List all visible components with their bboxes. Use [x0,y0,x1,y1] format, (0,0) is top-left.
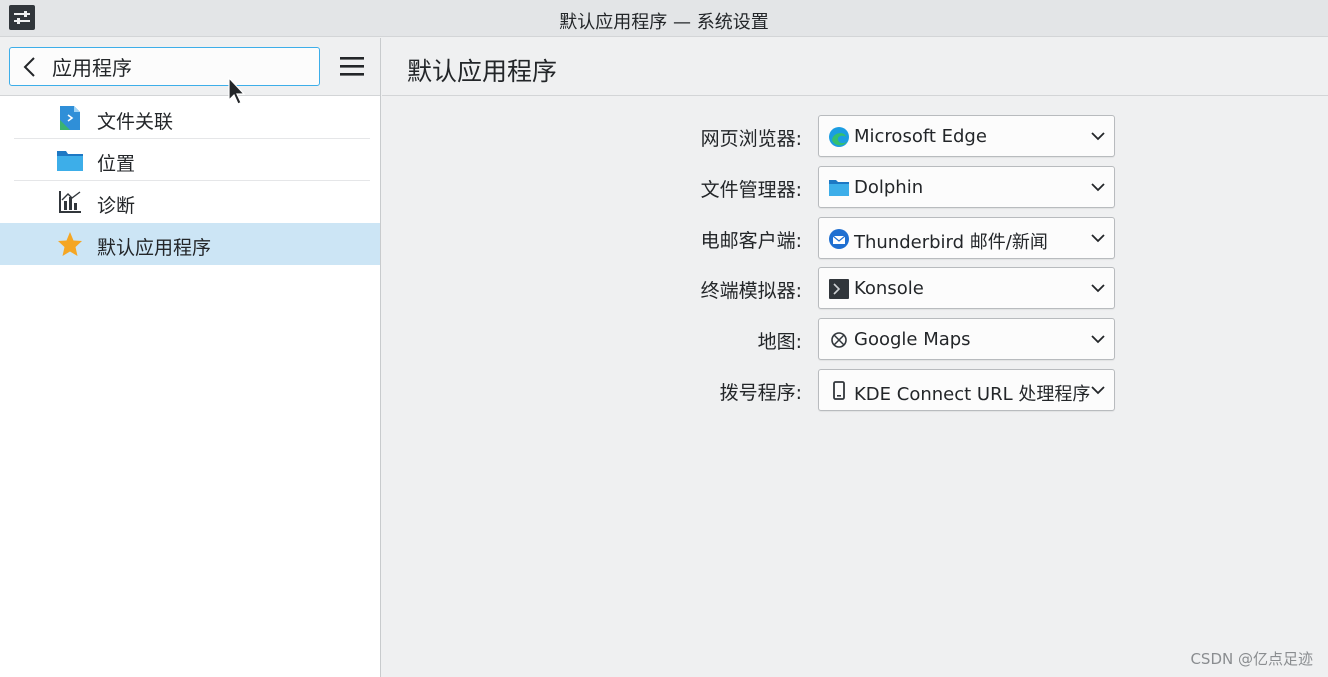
watermark: CSDN @亿点足迹 [1190,650,1313,668]
email-client-select[interactable]: Thunderbird 邮件/新闻 [818,217,1115,259]
form-row-terminal-emulator: 终端模拟器: Konsole [382,267,1328,309]
main-panel: 默认应用程序 网页浏览器: Microsoft Edge 文件管理器: Dolp… [382,38,1328,677]
folder-icon [57,151,83,171]
mouse-pointer-icon [228,76,246,105]
terminal-emulator-label: 终端模拟器: [700,280,802,302]
maps-icon [831,332,847,348]
sidebar-item-label: 默认应用程序 [97,237,212,259]
maps-label: 地图: [757,331,802,353]
folder-icon [829,180,849,196]
chevron-down-icon [1091,132,1105,141]
web-browser-value: Microsoft Edge [854,126,987,147]
form-row-email-client: 电邮客户端: Thunderbird 邮件/新闻 [382,217,1328,259]
chevron-down-icon [1091,234,1105,243]
terminal-emulator-value: Konsole [854,278,924,299]
diagnostics-icon [59,191,81,213]
sidebar-item-file-associations[interactable]: 文件关联 [0,97,380,139]
chevron-down-icon [1091,183,1105,192]
title-bar: 默认应用程序 — 系统设置 [0,0,1328,37]
thunderbird-icon [829,229,849,249]
form-row-web-browser: 网页浏览器: Microsoft Edge [382,115,1328,157]
sidebar: 应用程序 文件关联 位置 诊断 默认应用程序 [0,38,381,677]
sidebar-item-locations[interactable]: 位置 [0,139,380,181]
terminal-emulator-select[interactable]: Konsole [818,267,1115,309]
sidebar-item-label: 位置 [97,153,136,175]
sidebar-header: 应用程序 [0,38,380,96]
maps-select[interactable]: Google Maps [818,318,1115,360]
back-button-label: 应用程序 [52,56,132,80]
edge-icon [829,127,849,147]
file-manager-select[interactable]: Dolphin [818,166,1115,208]
form-row-maps: 地图: Google Maps [382,318,1328,360]
dialer-value: KDE Connect URL 处理程序 [854,384,1091,405]
maps-value: Google Maps [854,329,971,350]
window-title: 默认应用程序 — 系统设置 [559,12,769,33]
form-row-dialer: 拨号程序: KDE Connect URL 处理程序 [382,369,1328,411]
phone-icon [833,381,845,400]
chevron-left-icon [23,56,35,77]
page-title: 默认应用程序 [407,57,558,86]
web-browser-select[interactable]: Microsoft Edge [818,115,1115,157]
hamburger-menu-icon[interactable] [333,54,371,80]
sidebar-item-label: 文件关联 [97,111,174,133]
sidebar-item-label: 诊断 [97,195,136,217]
chevron-down-icon [1091,335,1105,344]
terminal-icon [829,279,849,299]
sidebar-item-diagnostics[interactable]: 诊断 [0,181,380,223]
dialer-label: 拨号程序: [719,382,802,404]
email-client-label: 电邮客户端: [700,230,802,252]
sidebar-item-default-applications[interactable]: 默认应用程序 [0,223,380,265]
web-browser-label: 网页浏览器: [700,128,802,150]
chevron-down-icon [1091,284,1105,293]
back-button[interactable]: 应用程序 [9,47,320,86]
sidebar-list: 文件关联 位置 诊断 默认应用程序 [0,97,380,265]
star-icon [58,232,82,256]
file-associations-icon [60,106,80,130]
dialer-select[interactable]: KDE Connect URL 处理程序 [818,369,1115,411]
chevron-down-icon [1091,386,1105,395]
page-header: 默认应用程序 [382,38,1328,96]
email-client-value: Thunderbird 邮件/新闻 [854,232,1048,253]
file-manager-label: 文件管理器: [700,179,802,201]
form-row-file-manager: 文件管理器: Dolphin [382,166,1328,208]
file-manager-value: Dolphin [854,177,924,198]
